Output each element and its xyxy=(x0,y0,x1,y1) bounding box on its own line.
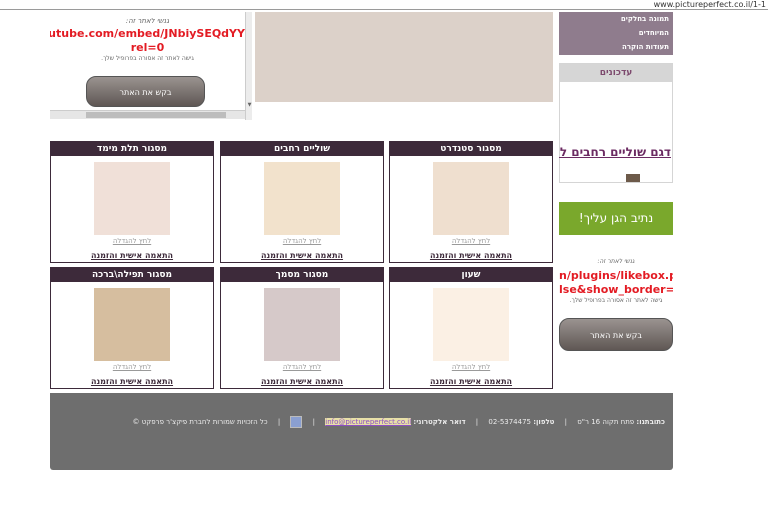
customize-order-link[interactable]: התאמה אישית והזמנה xyxy=(221,377,383,386)
divider: | xyxy=(475,418,479,426)
product-card-3d: מסגור תלת מימד לחץ להגדלה התאמה אישית וה… xyxy=(50,141,214,263)
product-title[interactable]: שעון xyxy=(390,268,552,282)
updates-title: עדכונים xyxy=(560,64,672,82)
product-card-document: מסגור מסמך לחץ להגדלה התאמה אישית והזמנה xyxy=(220,267,384,389)
email-link[interactable]: info@pictureperfect.co.il xyxy=(325,418,412,426)
garden-path-button[interactable]: נתיב הגן עליך! xyxy=(559,202,673,235)
product-card-prayer: מסגור תפילה\ברכה לחץ להגדלה התאמה אישית … xyxy=(50,267,214,389)
product-image[interactable] xyxy=(264,162,340,235)
hero-image xyxy=(255,12,553,102)
product-image[interactable] xyxy=(264,288,340,361)
enlarge-link[interactable]: לחץ להגדלה xyxy=(221,237,383,245)
side-request-site-button[interactable]: בקש את האתר xyxy=(559,318,673,351)
product-image[interactable] xyxy=(433,288,509,361)
updates-box: עדכונים דגם שוליים רחבים לחדשת העץ xyxy=(559,63,673,183)
footer: כתובתנו: פתח תקוה 16 ר"ס | טלפון: 02-537… xyxy=(50,393,673,470)
horizontal-scrollbar[interactable] xyxy=(50,110,245,119)
sidebar-item-puzzle[interactable]: תמונה בחלקים xyxy=(559,12,673,26)
product-image[interactable] xyxy=(94,162,170,235)
embed-notice: גנשי לאתר זה: xyxy=(125,17,170,25)
sidebar-item-specials[interactable]: המיוחדים xyxy=(559,26,673,40)
product-card-standard: מסגור סטנדרט לחץ להגדלה התאמה אישית והזמ… xyxy=(389,141,553,263)
phone-label: טלפון: xyxy=(533,418,555,426)
divider: | xyxy=(312,418,316,426)
enlarge-link[interactable]: לחץ להגדלה xyxy=(390,363,552,371)
product-card-wide-margins: שוליים רחבים לחץ להגדלה התאמה אישית והזמ… xyxy=(220,141,384,263)
side-embed-url-line2: lse&show_border=true xyxy=(559,283,673,296)
customize-order-link[interactable]: התאמה אישית והזמנה xyxy=(390,377,552,386)
embed-notice-detail: גישה לאתר זה אסורה בפרופיל שלך. xyxy=(101,55,194,62)
vertical-scrollbar[interactable]: ▼ xyxy=(245,12,252,120)
email-label: דואר אלקטרוני: xyxy=(413,418,466,426)
scrollbar-thumb[interactable] xyxy=(86,112,226,118)
sidebar-item-certificates[interactable]: תעודות הוקרה xyxy=(559,40,673,54)
enlarge-link[interactable]: לחץ להגדלה xyxy=(390,237,552,245)
request-site-button[interactable]: בקש את האתר xyxy=(86,76,205,107)
product-title[interactable]: מסגור סטנדרט xyxy=(390,142,552,156)
phone: 02-5374475 xyxy=(488,418,531,426)
customize-order-link[interactable]: התאמה אישית והזמנה xyxy=(51,377,213,386)
product-title[interactable]: מסגור מסמך xyxy=(221,268,383,282)
customize-order-link[interactable]: התאמה אישית והזמנה xyxy=(51,251,213,260)
enlarge-link[interactable]: לחץ להגדלה xyxy=(221,363,383,371)
updates-link[interactable]: דגם שוליים רחבים לחדשת העץ xyxy=(559,145,671,159)
sidebar-nav: תמונה בחלקים המיוחדים תעודות הוקרה xyxy=(559,12,673,55)
browser-url[interactable]: www.pictureperfect.co.il/1-1 xyxy=(654,0,766,9)
enlarge-link[interactable]: לחץ להגדלה xyxy=(51,237,213,245)
divider: | xyxy=(564,418,568,426)
footer-contact-line: כתובתנו: פתח תקוה 16 ר"ס | טלפון: 02-537… xyxy=(133,416,665,428)
scroll-down-icon[interactable]: ▼ xyxy=(246,102,252,109)
embed-url-line1: w.youtube.com/embed/JNbiySEQdYY? xyxy=(50,27,245,40)
facebook-icon[interactable] xyxy=(290,416,303,428)
enlarge-link[interactable]: לחץ להגדלה xyxy=(51,363,213,371)
customize-order-link[interactable]: התאמה אישית והזמנה xyxy=(390,251,552,260)
product-title[interactable]: שוליים רחבים xyxy=(221,142,383,156)
browser-url-bar: www.pictureperfect.co.il/1-1 xyxy=(0,0,768,10)
product-image[interactable] xyxy=(433,162,509,235)
divider: | xyxy=(277,418,281,426)
address-label: כתובתנו: xyxy=(636,418,665,426)
customize-order-link[interactable]: התאמה אישית והזמנה xyxy=(221,251,383,260)
product-card-clock: שעון לחץ להגדלה התאמה אישית והזמנה xyxy=(389,267,553,389)
address: פתח תקוה 16 ר"ס xyxy=(577,418,635,426)
updates-thumbnail xyxy=(626,174,640,182)
side-embed-notice-detail: גישה לאתר זה אסורה בפרופיל שלך. xyxy=(569,297,663,304)
embed-url-line2: rel=0 xyxy=(130,41,165,54)
side-embed-notice: גנשי לאתר זה: xyxy=(597,258,635,265)
blocked-embed-youtube: גנשי לאתר זה: w.youtube.com/embed/JNbiyS… xyxy=(50,12,252,120)
product-title[interactable]: מסגור תלת מימד xyxy=(51,142,213,156)
copyright: כל הזכויות שמורות לחברת פיקצ'ר פרפקט © xyxy=(132,418,268,426)
side-embed-url-line1: n/plugins/likebox.php? xyxy=(559,269,673,282)
product-title[interactable]: מסגור תפילה\ברכה xyxy=(51,268,213,282)
product-image[interactable] xyxy=(94,288,170,361)
